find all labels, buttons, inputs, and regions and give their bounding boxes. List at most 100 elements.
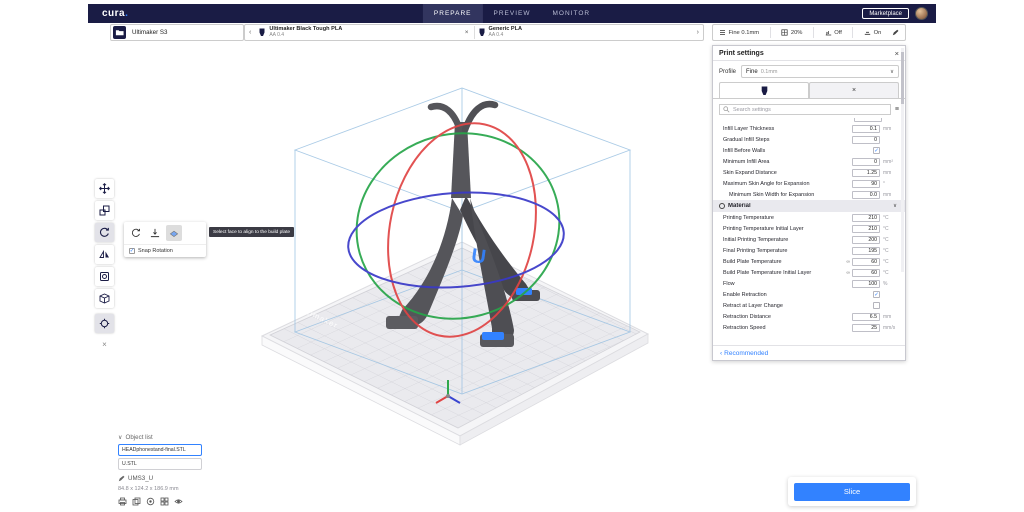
printer-nickname[interactable]: UMS3_U (118, 475, 208, 482)
mirror-tool-button[interactable] (95, 245, 114, 264)
settings-scrollbar[interactable] (901, 48, 904, 272)
extruder-2-config[interactable]: Generic PLA AA 0.4 (475, 25, 693, 40)
material-configuration[interactable]: ‹ Ultimaker Black Tough PLA AA 0.4 × Gen… (244, 24, 704, 41)
setting-value-input[interactable]: 195 (852, 247, 880, 255)
setting-value-input[interactable]: 100 (852, 280, 880, 288)
setting-value-input[interactable]: 0.0 (852, 191, 880, 199)
setting-checkbox[interactable]: ✓ (873, 147, 880, 154)
object-item[interactable]: U.STL (118, 458, 202, 470)
tab-monitor[interactable]: MONITOR (542, 4, 602, 23)
setting-value-input[interactable]: 210 (852, 225, 880, 233)
setting-row[interactable]: Enable Retraction ✓ (713, 289, 905, 300)
object-item[interactable]: HEADphonestand-final.STL (118, 444, 202, 456)
lay-flat-icon (150, 228, 160, 238)
printer-selector[interactable]: Ultimaker S3 (110, 24, 244, 41)
link-icon: ∞ (846, 270, 850, 276)
setting-value-input[interactable]: 6.5 (852, 313, 880, 321)
setting-row[interactable]: Gradual Infill Steps 0 (713, 134, 905, 145)
move-tool-button[interactable] (95, 179, 114, 198)
close-icon: × (852, 87, 856, 94)
per-model-settings-button[interactable] (95, 267, 114, 286)
setting-checkbox[interactable] (873, 302, 880, 309)
setting-row[interactable]: Infill Layer Thickness 0.1 mm (713, 123, 905, 134)
model-list-button[interactable] (95, 314, 114, 333)
setting-control: 195 °C (852, 247, 897, 255)
setting-row[interactable]: Infill Before Walls ✓ (713, 145, 905, 156)
slice-button[interactable]: Slice (794, 483, 910, 501)
setting-value-input[interactable]: 1.25 (852, 169, 880, 177)
rotate-icon (99, 227, 110, 238)
edit-pencil-icon[interactable] (892, 29, 899, 36)
setting-value-input[interactable]: 200 (852, 236, 880, 244)
printer-icon[interactable] (118, 497, 127, 506)
close-icon[interactable]: × (460, 29, 474, 36)
extruder-1-config[interactable]: Ultimaker Black Tough PLA AA 0.4 × (255, 25, 473, 40)
setting-value: 6.5 (870, 314, 877, 320)
extruder-2-tab[interactable]: × (809, 82, 899, 98)
model-list-icon (99, 318, 110, 329)
setting-value-input[interactable]: 0.1 (852, 125, 880, 133)
panel-close-icon[interactable]: × (895, 49, 899, 58)
support-blocker-button[interactable] (95, 289, 114, 308)
select-face-button[interactable] (166, 225, 182, 241)
viewport-3d[interactable]: Ultimaker (130, 48, 720, 448)
extruder-1-tab[interactable] (719, 82, 809, 98)
visibility-icon[interactable] (174, 497, 183, 506)
setting-value-input[interactable]: 60 (852, 269, 880, 277)
snap-rotation-checkbox[interactable]: ✓ (129, 248, 135, 254)
setting-row[interactable]: Minimum Infill Area 0 mm² (713, 156, 905, 167)
scrollbar-thumb[interactable] (901, 52, 904, 104)
setting-row[interactable]: Retract at Layer Change (713, 300, 905, 311)
setting-checkbox[interactable]: ✓ (873, 291, 880, 298)
setting-control: 100 % (852, 280, 897, 288)
setting-value-input[interactable]: 60 (852, 258, 880, 266)
setting-row[interactable]: Skin Expand Distance 1.25 mm (713, 167, 905, 178)
setting-value-input[interactable]: 0 (852, 136, 880, 144)
setting-row[interactable]: Maximum Skin Angle for Expansion 90 ° (713, 178, 905, 189)
arrange-icon[interactable] (160, 497, 169, 506)
folder-icon (115, 28, 124, 37)
snap-rotation-option[interactable]: ✓ Snap Rotation (124, 245, 206, 257)
print-settings-summary[interactable]: Fine 0.1mm 20% Off On (712, 24, 906, 41)
setting-row[interactable]: Final Printing Temperature 195 °C (713, 245, 905, 256)
setting-label: Retraction Speed (723, 325, 852, 331)
duplicate-icon[interactable] (132, 497, 141, 506)
toolbar-close-icon[interactable]: × (95, 340, 114, 349)
setting-control: 200 °C (852, 236, 897, 244)
setting-row[interactable]: Retraction Speed 25 mm/s (713, 322, 905, 333)
setting-value-input[interactable]: 210 (852, 214, 880, 222)
setting-value-input[interactable]: 0 (852, 158, 880, 166)
tab-preview[interactable]: PREVIEW (483, 4, 542, 23)
recommended-button[interactable]: Recommended (724, 350, 768, 357)
lay-flat-button[interactable] (147, 225, 163, 241)
setting-row[interactable]: Build Plate Temperature Initial Layer ∞ … (713, 267, 905, 278)
setting-row[interactable]: Retraction Distance 6.5 mm (713, 311, 905, 322)
profile-dropdown[interactable]: Fine 0.1mm ∨ (741, 65, 899, 78)
setting-row[interactable]: Material ∨ (713, 200, 905, 212)
setting-row[interactable]: Printing Temperature 210 °C (713, 212, 905, 223)
reset-rotation-button[interactable] (128, 225, 144, 241)
account-avatar[interactable] (915, 7, 928, 20)
chevron-left-icon[interactable]: ‹ (245, 29, 255, 36)
setting-value-input[interactable]: 90 (852, 180, 880, 188)
center-model-icon[interactable] (146, 497, 155, 506)
setting-row[interactable]: Minimum Skin Width for Expansion 0.0 mm (713, 189, 905, 200)
marketplace-button[interactable]: Marketplace (862, 8, 909, 19)
setting-row[interactable]: Flow 100 % (713, 278, 905, 289)
open-file-button[interactable] (113, 26, 126, 39)
rotate-tool-button[interactable] (95, 223, 114, 242)
object-list-header[interactable]: ∨ Object list (118, 434, 208, 441)
setting-row[interactable]: Printing Temperature Initial Layer 210 °… (713, 223, 905, 234)
setting-value-input[interactable]: 25 (852, 324, 880, 332)
scale-tool-button[interactable] (95, 201, 114, 220)
search-placeholder: Search settings (733, 107, 771, 113)
search-settings-input[interactable]: Search settings (719, 104, 891, 115)
settings-filter-icon[interactable]: ≡ (895, 106, 899, 113)
setting-row[interactable]: Initial Printing Temperature 200 °C (713, 234, 905, 245)
setting-label: Final Printing Temperature (723, 248, 852, 254)
setting-unit: mm (882, 314, 897, 320)
chevron-right-icon[interactable]: › (693, 29, 703, 36)
tab-prepare[interactable]: PREPARE (423, 4, 483, 23)
cura-window: cura. PREPARE PREVIEW MONITOR Marketplac… (0, 0, 1024, 512)
setting-row[interactable]: Build Plate Temperature ∞ 60 °C (713, 256, 905, 267)
